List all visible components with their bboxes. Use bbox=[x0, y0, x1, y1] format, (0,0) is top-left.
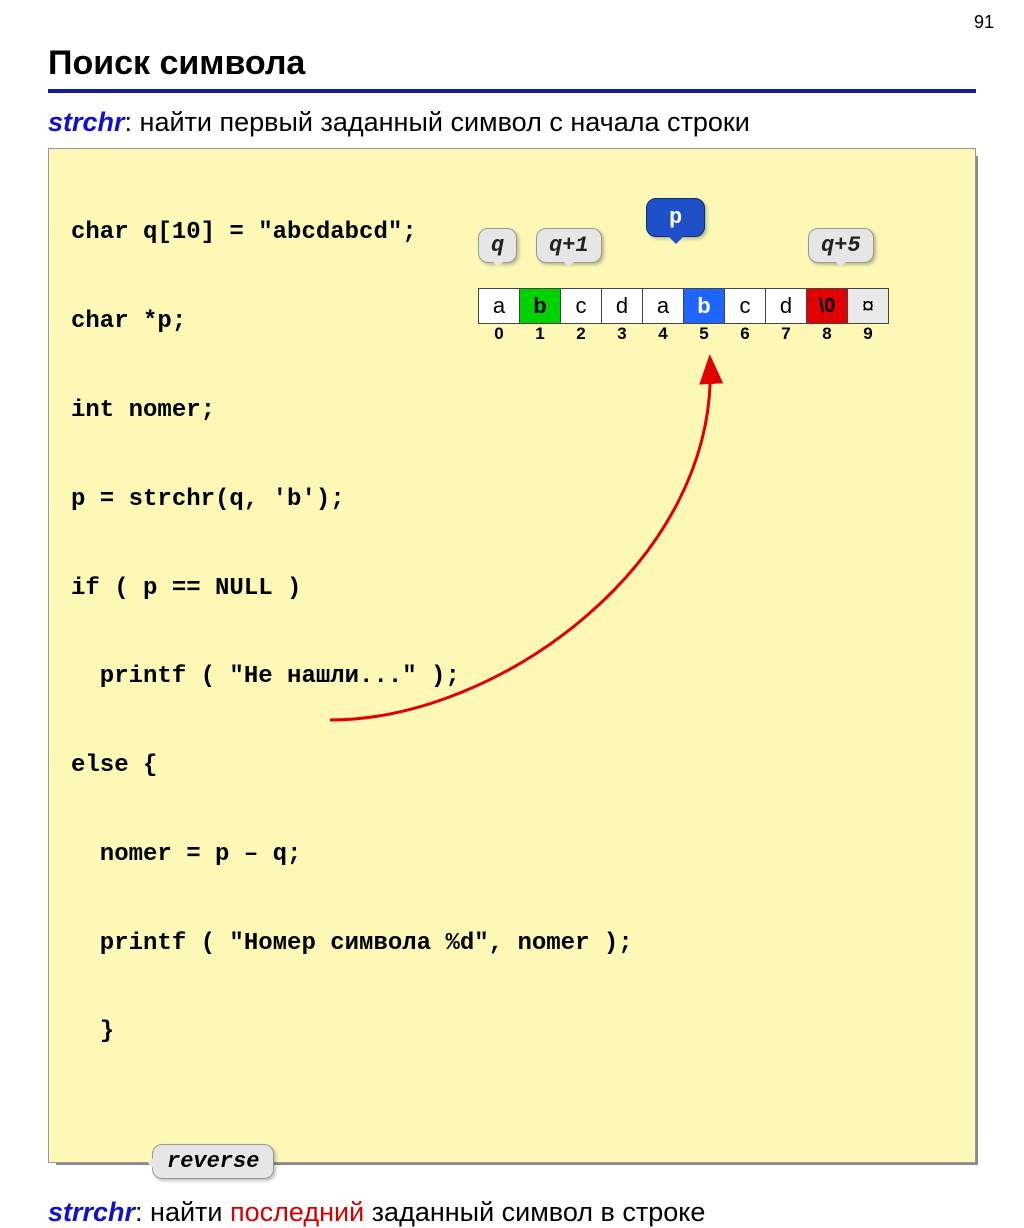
array-cell: a bbox=[642, 288, 684, 324]
array-index: 1 bbox=[519, 324, 561, 344]
footer-before-red: : найти bbox=[135, 1197, 230, 1227]
array-index: 5 bbox=[683, 324, 725, 344]
label-q: q bbox=[478, 228, 517, 263]
code-block-wrap: char q[10] = "abcdabcd"; char *p; int no… bbox=[48, 148, 976, 1163]
footer-red: последний bbox=[230, 1197, 364, 1227]
array-cell: d bbox=[765, 288, 807, 324]
array-cell-garbage: ¤ bbox=[847, 288, 889, 324]
array-diagram: a b c d a b c d \0 ¤ 0 1 2 3 4 5 6 7 8 bbox=[478, 288, 889, 344]
array-index: 4 bbox=[642, 324, 684, 344]
array-cell-highlight-blue: b bbox=[683, 288, 725, 324]
code-line: printf ( "Номер символа %d", nomer ); bbox=[71, 922, 965, 966]
array-index: 6 bbox=[724, 324, 766, 344]
array-cells: a b c d a b c d \0 ¤ bbox=[478, 288, 889, 324]
footer-after-red: заданный символ в строке bbox=[364, 1197, 705, 1227]
label-q-plus-1: q+1 bbox=[536, 228, 602, 263]
strchr-keyword: strchr bbox=[48, 107, 125, 137]
array-index: 7 bbox=[765, 324, 807, 344]
array-cell-nullterm: \0 bbox=[806, 288, 848, 324]
array-indices: 0 1 2 3 4 5 6 7 8 9 bbox=[478, 324, 889, 344]
label-reverse: reverse bbox=[152, 1144, 274, 1179]
array-index: 2 bbox=[560, 324, 602, 344]
array-index: 8 bbox=[806, 324, 848, 344]
array-index: 9 bbox=[847, 324, 889, 344]
array-cell: c bbox=[724, 288, 766, 324]
code-line: nomer = p – q; bbox=[71, 833, 965, 877]
code-line: p = strchr(q, 'b'); bbox=[71, 478, 965, 522]
code-line: if ( p == NULL ) bbox=[71, 567, 965, 611]
page-number: 91 bbox=[974, 12, 994, 33]
code-line: } bbox=[71, 1010, 965, 1054]
code-line: int nomer; bbox=[71, 389, 965, 433]
slide-root: 91 Поиск символа strchr: найти первый за… bbox=[0, 0, 1024, 768]
title-rule bbox=[48, 89, 976, 93]
array-cell: c bbox=[560, 288, 602, 324]
array-index: 0 bbox=[478, 324, 520, 344]
array-index: 3 bbox=[601, 324, 643, 344]
footer-line: strrchr: найти последний заданный символ… bbox=[48, 1197, 976, 1228]
array-cell-highlight-green: b bbox=[519, 288, 561, 324]
label-q-plus-5: q+5 bbox=[808, 228, 874, 263]
intro-line: strchr: найти первый заданный символ c н… bbox=[48, 107, 976, 138]
label-p: p bbox=[646, 198, 705, 237]
intro-rest: : найти первый заданный символ c начала … bbox=[125, 107, 750, 137]
slide-title: Поиск символа bbox=[48, 44, 976, 83]
code-line: else { bbox=[71, 744, 965, 788]
code-line: printf ( "Не нашли..." ); bbox=[71, 655, 965, 699]
array-cell: d bbox=[601, 288, 643, 324]
array-cell: a bbox=[478, 288, 520, 324]
strrchr-keyword: strrchr bbox=[48, 1197, 135, 1227]
